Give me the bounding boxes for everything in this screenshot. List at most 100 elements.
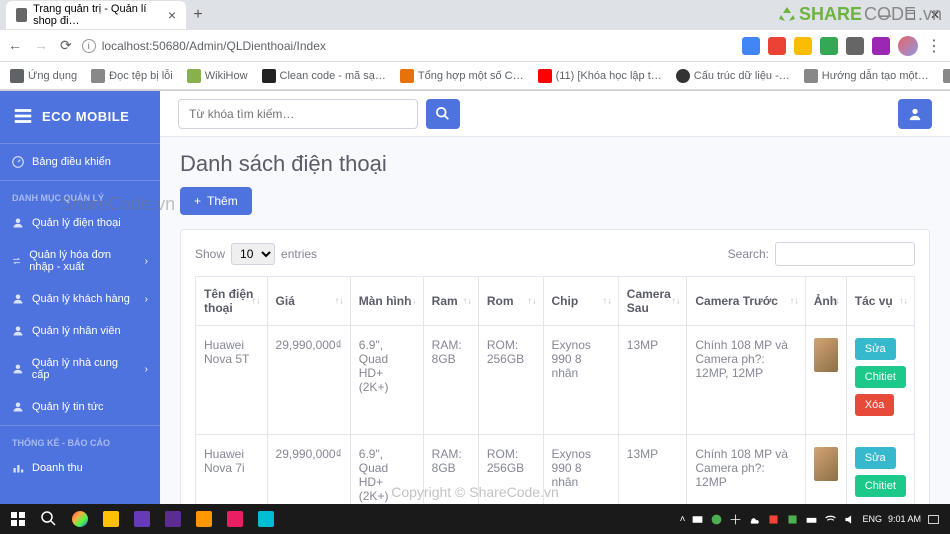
extension-icon[interactable] — [872, 37, 890, 55]
vs-icon — [165, 511, 181, 527]
cell-actions: Sửa Chitiet — [846, 435, 914, 506]
sidebar-heading: THỐNG KÊ - BÁO CÁO — [0, 428, 160, 452]
cell-chip: Exynos 990 8 nhân — [543, 326, 618, 435]
table-search-input[interactable] — [775, 242, 915, 266]
language-indicator[interactable]: ENG — [862, 514, 882, 524]
cell-ram: RAM: 8GB — [423, 326, 478, 435]
detail-button[interactable]: Chitiet — [855, 366, 906, 388]
col-price[interactable]: Giá↑↓ — [267, 277, 350, 326]
tray-icon[interactable] — [729, 513, 742, 526]
product-thumbnail — [814, 447, 838, 481]
brand[interactable]: ECO MOBILE — [0, 91, 160, 141]
taskbar-app[interactable] — [128, 506, 156, 532]
col-ram[interactable]: Ram↑↓ — [423, 277, 478, 326]
col-actions[interactable]: Tác vụ↑↓ — [846, 277, 914, 326]
url-field[interactable]: i localhost:50680/Admin/QLDienthoai/Inde… — [82, 39, 326, 53]
cloud-icon[interactable] — [748, 513, 761, 526]
col-chip[interactable]: Chip↑↓ — [543, 277, 618, 326]
search-input[interactable] — [178, 99, 418, 129]
tab-favicon — [16, 8, 27, 22]
extension-icon[interactable] — [820, 37, 838, 55]
sidebar-item-news[interactable]: Quản lý tin tức — [0, 391, 160, 423]
delete-button[interactable]: Xóa — [855, 394, 895, 416]
users-icon — [12, 325, 24, 337]
clock[interactable]: 9:01 AM — [888, 514, 921, 525]
bookmark-item[interactable]: Clean code - mã sạ… — [262, 69, 386, 83]
notification-icon[interactable] — [927, 513, 940, 526]
col-image[interactable]: Ảnh↑↓ — [805, 277, 846, 326]
extension-icon[interactable] — [742, 37, 760, 55]
bookmark-item[interactable]: (11) [Khóa học lập t… — [538, 69, 662, 83]
bookmark-item[interactable]: Đọc tệp bị lỗi — [91, 69, 173, 83]
sidebar-item-invoice[interactable]: Quản lý hóa đơn nhập - xuất › — [0, 239, 160, 283]
bookmark-favicon — [943, 69, 950, 83]
reload-icon[interactable]: ⟳ — [60, 37, 72, 54]
edit-button[interactable]: Sửa — [855, 338, 896, 360]
extension-icon[interactable] — [794, 37, 812, 55]
bookmark-item[interactable]: Tổng hợp một số C… — [400, 69, 524, 83]
extension-icon[interactable] — [768, 37, 786, 55]
bookmark-item[interactable]: Hướng dẫn tạo một… — [804, 69, 929, 83]
tray-icon[interactable] — [786, 513, 799, 526]
site-info-icon[interactable]: i — [82, 39, 96, 53]
windows-icon — [10, 511, 26, 527]
col-rom[interactable]: Rom↑↓ — [478, 277, 543, 326]
col-screen[interactable]: Màn hình↑↓ — [350, 277, 423, 326]
volume-icon[interactable] — [843, 513, 856, 526]
sidebar-item-staff[interactable]: Quản lý nhân viên — [0, 315, 160, 347]
data-card: Show 10 entries Search: Tên điện thoại↑↓… — [180, 229, 930, 505]
address-bar: ← → ⟳ i localhost:50680/Admin/QLDienthoa… — [0, 30, 950, 62]
bookmark-item[interactable]: codepad — [943, 69, 950, 83]
cell-cam-front: Chính 108 MP và Camera ph?: 12MP — [687, 435, 805, 506]
taskbar-app[interactable] — [97, 506, 125, 532]
col-name[interactable]: Tên điện thoại↑↓ — [196, 277, 268, 326]
topbar — [160, 91, 950, 137]
tab-title: Trang quản trị - Quản lí shop đi… — [33, 3, 162, 27]
col-cam-front[interactable]: Camera Trước↑↓ — [687, 277, 805, 326]
add-button[interactable]: + Thêm — [180, 187, 252, 215]
sidebar-item-customer[interactable]: Quản lý khách hàng › — [0, 283, 160, 315]
tray-chevron-icon[interactable]: ˄ — [680, 514, 686, 525]
col-cam-rear[interactable]: Camera Sau↑↓ — [618, 277, 687, 326]
sort-icon: ↑↓ — [899, 298, 908, 305]
sort-icon: ↑↓ — [463, 298, 472, 305]
taskbar-app[interactable] — [221, 506, 249, 532]
detail-button[interactable]: Chitiet — [855, 475, 906, 497]
taskbar: ˄ ENG 9:01 AM — [0, 504, 950, 534]
page-length-select[interactable]: 10 — [231, 243, 275, 265]
taskbar-search[interactable] — [35, 506, 63, 532]
taskbar-app[interactable] — [66, 506, 94, 532]
bookmark-favicon — [91, 69, 105, 83]
tray-icon[interactable] — [767, 513, 780, 526]
edit-button[interactable]: Sửa — [855, 447, 896, 469]
sidebar-item-revenue[interactable]: Doanh thu — [0, 452, 160, 484]
sidebar-dashboard[interactable]: Bảng điều khiển — [0, 146, 160, 178]
tray-icon[interactable] — [710, 513, 723, 526]
bookmark-item[interactable]: WikiHow — [187, 69, 248, 83]
back-icon[interactable]: ← — [8, 37, 22, 54]
tray-icon[interactable] — [805, 513, 818, 526]
sidebar-item-phones[interactable]: Quản lý điện thoại — [0, 207, 160, 239]
user-menu-button[interactable] — [898, 99, 932, 129]
profile-avatar[interactable] — [898, 36, 918, 56]
bookmark-item[interactable]: Ứng dụng — [10, 69, 77, 83]
wifi-icon[interactable] — [824, 513, 837, 526]
tab-close-icon[interactable]: × — [168, 7, 176, 23]
start-button[interactable] — [4, 506, 32, 532]
tray-icon[interactable] — [691, 513, 704, 526]
taskbar-app[interactable] — [190, 506, 218, 532]
new-tab-button[interactable]: + — [186, 3, 210, 27]
forward-icon[interactable]: → — [34, 37, 48, 54]
sidebar-item-supplier[interactable]: Quản lý nhà cung cấp › — [0, 347, 160, 391]
browser-tab[interactable]: Trang quản trị - Quản lí shop đi… × — [6, 1, 186, 29]
taskbar-app[interactable] — [252, 506, 280, 532]
bookmark-item[interactable]: Cấu trúc dữ liệu -… — [676, 69, 790, 83]
chart-icon — [12, 462, 24, 474]
exchange-icon — [12, 255, 21, 267]
menu-icon[interactable]: ⋮ — [926, 36, 942, 56]
url-text: localhost:50680/Admin/QLDienthoai/Index — [102, 39, 326, 53]
search-button[interactable] — [426, 99, 460, 129]
extension-icon[interactable] — [846, 37, 864, 55]
taskbar-app[interactable] — [159, 506, 187, 532]
chevron-right-icon: › — [145, 256, 148, 267]
